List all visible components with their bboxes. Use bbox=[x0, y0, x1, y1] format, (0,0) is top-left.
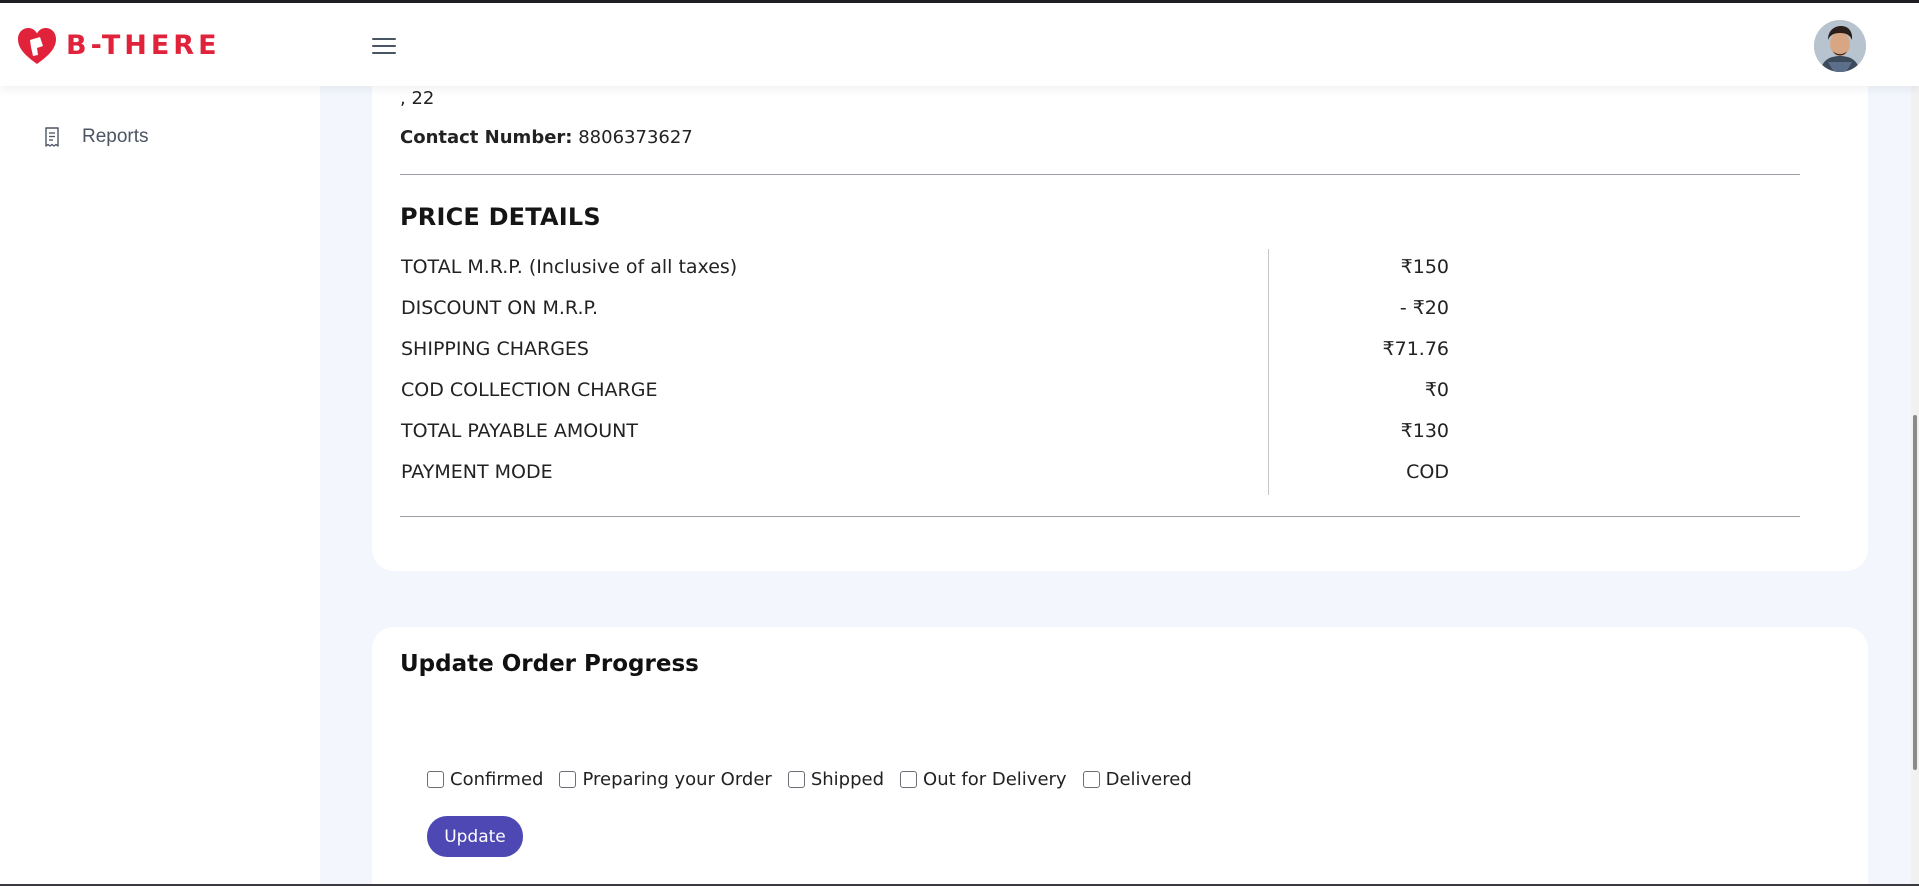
status-checkbox[interactable] bbox=[559, 771, 577, 788]
status-checkbox-group: Confirmed Preparing your Order Shipped O… bbox=[427, 769, 1208, 790]
price-label: TOTAL M.R.P. (Inclusive of all taxes) bbox=[401, 256, 738, 278]
contact-label: Contact Number: bbox=[400, 127, 573, 148]
price-value: COD bbox=[1406, 461, 1449, 483]
status-label: Preparing your Order bbox=[582, 769, 772, 790]
avatar-image bbox=[1814, 20, 1866, 72]
price-label: COD COLLECTION CHARGE bbox=[401, 379, 658, 401]
price-row: TOTAL PAYABLE AMOUNT ₹130 bbox=[401, 420, 1449, 461]
section-divider bbox=[400, 516, 1800, 517]
price-label: DISCOUNT ON M.R.P. bbox=[401, 297, 599, 319]
status-label: Confirmed bbox=[450, 769, 544, 790]
price-row: TOTAL M.R.P. (Inclusive of all taxes) ₹1… bbox=[401, 256, 1449, 297]
price-row: COD COLLECTION CHARGE ₹0 bbox=[401, 379, 1449, 420]
status-label: Delivered bbox=[1105, 769, 1192, 790]
status-confirmed[interactable]: Confirmed bbox=[427, 769, 543, 790]
sidebar-item-label: Reports bbox=[82, 126, 149, 147]
sidebar: Reports bbox=[0, 86, 320, 886]
status-label: Shipped bbox=[810, 769, 885, 790]
status-label: Out for Delivery bbox=[923, 769, 1067, 790]
status-delivered[interactable]: Delivered bbox=[1082, 769, 1192, 790]
update-button[interactable]: Update bbox=[427, 816, 523, 857]
price-value: - ₹20 bbox=[1399, 297, 1449, 319]
hamburger-menu-icon[interactable] bbox=[372, 38, 396, 56]
receipt-icon bbox=[45, 127, 59, 147]
brand-logo[interactable]: B-THERE bbox=[16, 25, 221, 67]
status-shipped[interactable]: Shipped bbox=[787, 769, 885, 790]
price-row: DISCOUNT ON M.R.P. - ₹20 bbox=[401, 297, 1449, 338]
price-value: ₹0 bbox=[1424, 379, 1449, 401]
sidebar-item-reports[interactable]: Reports bbox=[44, 126, 149, 148]
price-label: TOTAL PAYABLE AMOUNT bbox=[401, 420, 638, 442]
contact-number: Contact Number: 8806373627 bbox=[400, 127, 693, 148]
status-checkbox[interactable] bbox=[900, 771, 918, 788]
price-row: SHIPPING CHARGES ₹71.76 bbox=[401, 338, 1449, 379]
status-preparing[interactable]: Preparing your Order bbox=[559, 769, 772, 790]
address-line: , 22 bbox=[400, 88, 435, 109]
user-avatar[interactable] bbox=[1814, 20, 1866, 72]
price-row: PAYMENT MODE COD bbox=[401, 461, 1449, 502]
status-checkbox[interactable] bbox=[1082, 771, 1100, 788]
price-value: ₹130 bbox=[1400, 420, 1449, 442]
brand-name: B-THERE bbox=[66, 30, 221, 61]
contact-value: 8806373627 bbox=[578, 127, 693, 148]
price-value: ₹71.76 bbox=[1382, 338, 1449, 360]
price-details-title: PRICE DETAILS bbox=[400, 203, 601, 231]
price-label: PAYMENT MODE bbox=[401, 461, 553, 483]
heart-logo-icon bbox=[18, 28, 56, 64]
order-progress-title: Update Order Progress bbox=[400, 651, 699, 677]
status-out-for-delivery[interactable]: Out for Delivery bbox=[900, 769, 1067, 790]
price-value: ₹150 bbox=[1400, 256, 1449, 278]
section-divider bbox=[400, 174, 1800, 175]
window-top-border bbox=[0, 0, 1919, 3]
status-checkbox[interactable] bbox=[427, 771, 444, 788]
scrollbar-thumb[interactable] bbox=[1913, 415, 1917, 770]
top-header: B-THERE bbox=[0, 3, 1919, 86]
status-checkbox[interactable] bbox=[787, 771, 805, 788]
price-label: SHIPPING CHARGES bbox=[401, 338, 589, 360]
